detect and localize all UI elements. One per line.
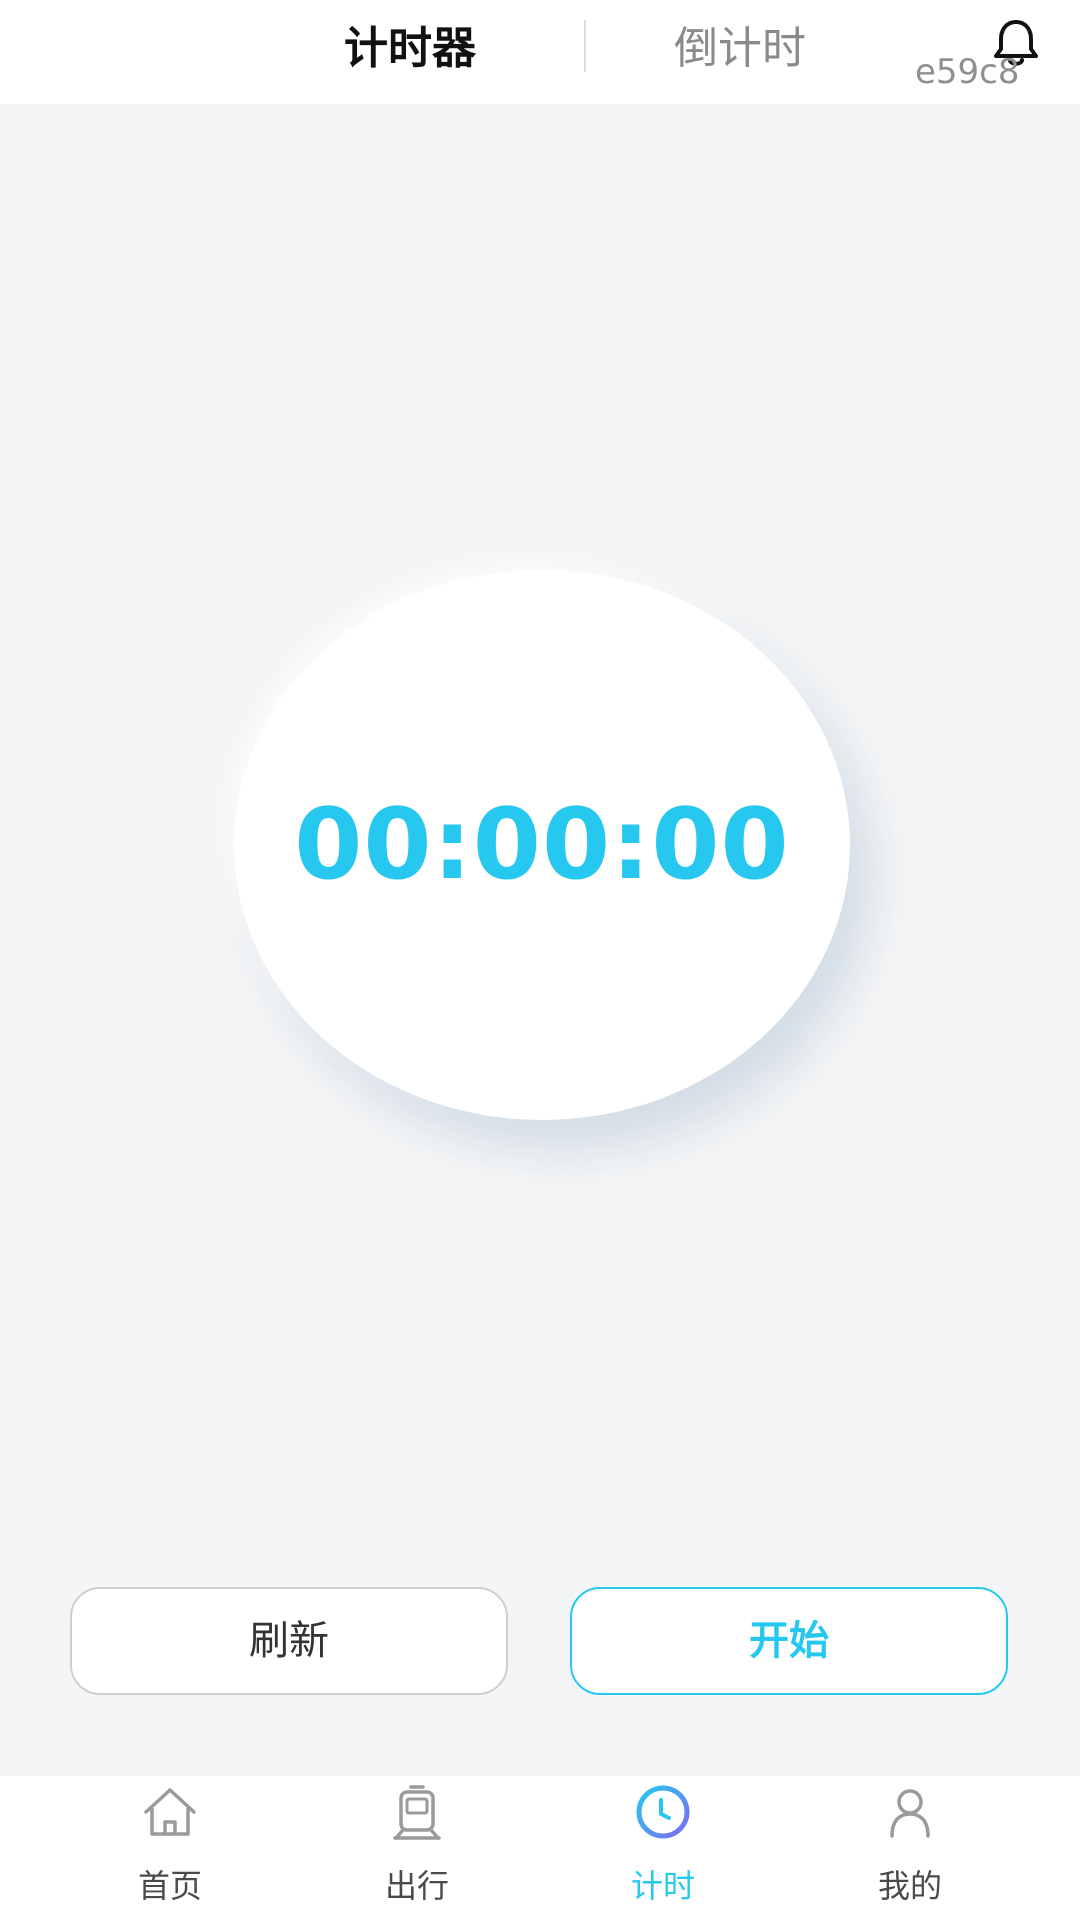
timer-display: 00:00:00: [294, 788, 790, 902]
top-bar: 计时器 倒计时 e59c8: [0, 0, 1080, 104]
nav-item-profile[interactable]: 我的: [810, 1776, 1010, 1920]
clock-icon: [636, 1785, 690, 1839]
nav-label-profile: 我的: [877, 1867, 942, 1905]
nav-item-timer[interactable]: 计时: [563, 1776, 763, 1920]
train-icon: [393, 1785, 441, 1840]
tab-stopwatch[interactable]: 计时器: [344, 18, 476, 80]
tab-divider: [584, 20, 586, 72]
home-icon: [144, 1788, 196, 1836]
nav-label-timer: 计时: [630, 1867, 695, 1905]
user-icon: [890, 1789, 930, 1838]
start-button[interactable]: 开始: [570, 1587, 1008, 1695]
timer-dial: 00:00:00: [234, 570, 850, 1120]
tab-countdown[interactable]: 倒计时: [674, 18, 806, 80]
bottom-nav: 首页 出行 计时 我的: [0, 1776, 1080, 1920]
nav-label-home: 首页: [137, 1867, 202, 1905]
nav-item-home[interactable]: 首页: [70, 1776, 270, 1920]
nav-item-travel[interactable]: 出行: [317, 1776, 517, 1920]
watermark-text: e59c8: [915, 52, 1020, 92]
refresh-button[interactable]: 刷新: [70, 1587, 508, 1695]
nav-label-travel: 出行: [384, 1867, 449, 1905]
